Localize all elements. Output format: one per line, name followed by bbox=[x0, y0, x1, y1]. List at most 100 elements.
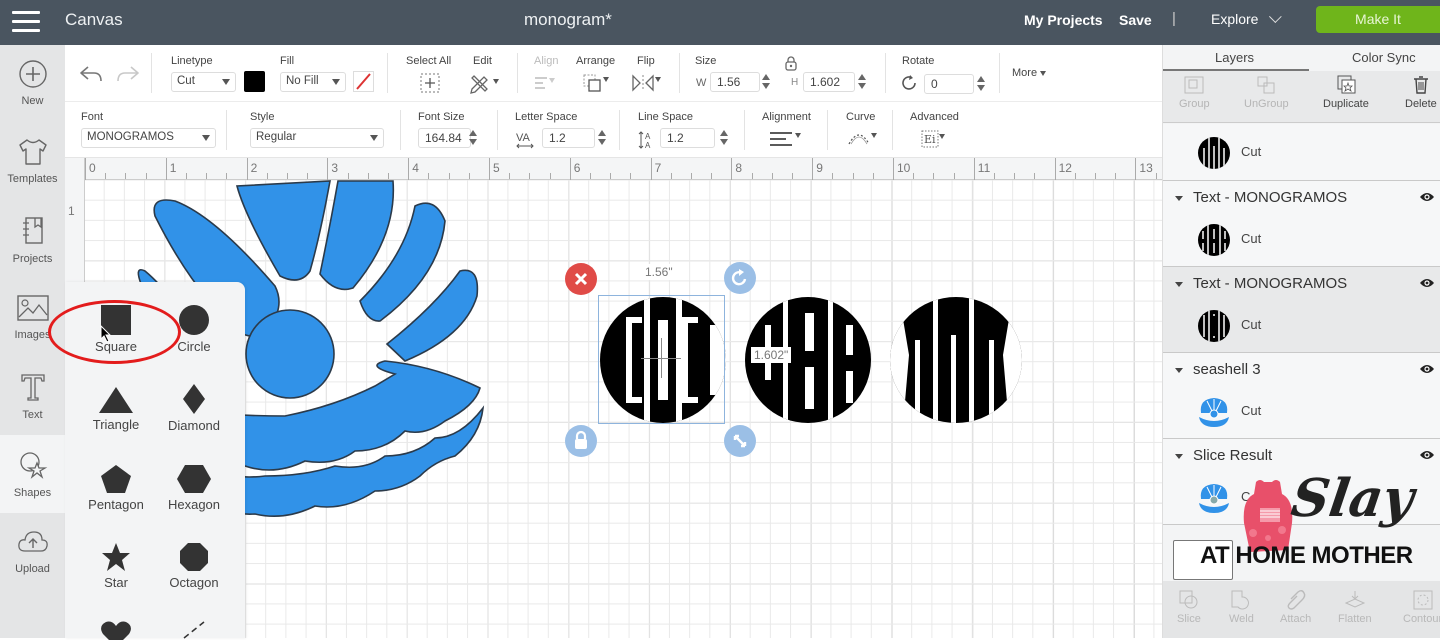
resize-arrows-icon bbox=[733, 434, 747, 448]
weld-button[interactable]: Weld bbox=[1229, 589, 1254, 625]
layer-group[interactable]: Slice Result C bbox=[1163, 439, 1440, 525]
menu-icon[interactable] bbox=[12, 11, 40, 33]
letter-space-stepper[interactable] bbox=[598, 130, 606, 146]
style-select[interactable]: Regular bbox=[250, 128, 384, 148]
shape-triangle[interactable]: Triangle bbox=[76, 386, 156, 458]
layer-group-header[interactable]: seashell 3 bbox=[1175, 361, 1261, 378]
selection-box[interactable] bbox=[598, 295, 725, 424]
ruler-label: 4 bbox=[412, 161, 419, 175]
sidebar-item-projects[interactable]: Projects bbox=[0, 201, 65, 279]
height-stepper[interactable] bbox=[858, 74, 866, 90]
shape-line[interactable] bbox=[154, 620, 234, 640]
linetype-color-swatch[interactable] bbox=[244, 71, 265, 92]
monogram-mmm[interactable] bbox=[889, 295, 1023, 425]
sidebar-item-images[interactable]: Images bbox=[0, 279, 65, 357]
trash-icon bbox=[1413, 76, 1428, 94]
font-select[interactable]: MONOGRAMOS bbox=[81, 128, 216, 148]
save-button[interactable]: Save bbox=[1119, 12, 1152, 28]
visibility-eye-icon[interactable] bbox=[1419, 191, 1435, 203]
redo-icon[interactable] bbox=[116, 65, 140, 83]
layer-group-header[interactable]: Text - MONOGRAMOS bbox=[1175, 189, 1347, 206]
layer-cut-item[interactable]: Cut bbox=[1197, 391, 1437, 431]
divider bbox=[999, 53, 1000, 93]
shape-heart[interactable] bbox=[76, 620, 156, 640]
layer-group-header[interactable]: Slice Result bbox=[1175, 447, 1272, 464]
line-space-stepper[interactable] bbox=[720, 130, 728, 146]
flip-button[interactable] bbox=[631, 74, 661, 97]
font-size-input[interactable]: 164.84 bbox=[418, 128, 471, 148]
sidebar-item-text[interactable]: Text bbox=[0, 357, 65, 435]
curve-label: Curve bbox=[846, 111, 876, 123]
layer-group[interactable]: Text - MONOGRAMOS Cut bbox=[1163, 181, 1440, 267]
width-stepper[interactable] bbox=[762, 74, 770, 90]
delete-button[interactable]: Delete bbox=[1405, 75, 1437, 110]
layer-item[interactable]: Cut bbox=[1163, 124, 1440, 181]
ruler-tick bbox=[630, 173, 632, 179]
attach-button[interactable]: Attach bbox=[1280, 589, 1311, 625]
rotate-handle[interactable] bbox=[724, 262, 756, 294]
sidebar-item-new[interactable]: New bbox=[0, 45, 65, 123]
align-button[interactable] bbox=[533, 75, 555, 96]
lock-handle[interactable] bbox=[565, 425, 597, 457]
width-input[interactable]: 1.56 bbox=[710, 72, 760, 92]
explore-menu[interactable]: Explore bbox=[1211, 10, 1283, 27]
tab-layers[interactable]: Layers bbox=[1215, 50, 1254, 65]
rotate-input[interactable]: 0 bbox=[924, 74, 974, 94]
delete-handle[interactable] bbox=[565, 263, 597, 295]
visibility-eye-icon[interactable] bbox=[1419, 277, 1435, 289]
my-projects-link[interactable]: My Projects bbox=[1024, 12, 1103, 28]
shape-pentagon[interactable]: Pentagon bbox=[76, 464, 156, 536]
ruler-tick bbox=[792, 173, 793, 179]
shape-hexagon[interactable]: Hexagon bbox=[154, 464, 234, 536]
advanced-button[interactable]: Ei bbox=[921, 129, 945, 154]
shape-diamond[interactable]: Diamond bbox=[154, 383, 234, 455]
ruler-label: 6 bbox=[573, 161, 581, 175]
layer-cut-item[interactable]: Cut bbox=[1197, 132, 1437, 172]
mouse-cursor-icon bbox=[100, 325, 112, 343]
ruler-label: 5 bbox=[493, 161, 500, 175]
shape-star[interactable]: Star bbox=[76, 542, 156, 614]
linetype-select[interactable]: Cut bbox=[171, 72, 236, 92]
layer-group-header[interactable]: Text - MONOGRAMOS bbox=[1175, 275, 1347, 292]
no-fill-swatch-icon[interactable] bbox=[353, 71, 374, 92]
contour-button[interactable]: Contour bbox=[1403, 589, 1440, 625]
arrange-button[interactable] bbox=[581, 72, 609, 99]
sidebar-item-upload[interactable]: Upload bbox=[0, 513, 65, 591]
layer-group-selected[interactable]: Text - MONOGRAMOS Cut bbox=[1163, 267, 1440, 353]
sidebar-item-templates[interactable]: Templates bbox=[0, 123, 65, 201]
font-value: MONOGRAMOS bbox=[87, 131, 174, 143]
shape-square[interactable]: Square bbox=[76, 304, 156, 376]
layer-cut-item[interactable]: Cut bbox=[1197, 219, 1437, 259]
make-it-button[interactable]: Make It bbox=[1316, 6, 1440, 33]
layer-group[interactable]: seashell 3 Cut bbox=[1163, 353, 1440, 439]
font-size-stepper[interactable] bbox=[469, 130, 477, 146]
letter-space-input[interactable]: 1.2 bbox=[542, 128, 595, 148]
tab-color-sync[interactable]: Color Sync bbox=[1352, 50, 1416, 65]
slice-button[interactable]: Slice bbox=[1177, 589, 1201, 625]
resize-handle[interactable] bbox=[724, 425, 756, 457]
visibility-eye-icon[interactable] bbox=[1419, 363, 1435, 375]
select-all-icon[interactable] bbox=[419, 72, 441, 94]
group-button[interactable]: Group bbox=[1179, 75, 1210, 110]
shape-circle[interactable]: Circle bbox=[154, 304, 234, 376]
more-menu[interactable]: More bbox=[1012, 67, 1047, 79]
alignment-button[interactable] bbox=[769, 130, 801, 155]
flatten-button[interactable]: Flatten bbox=[1338, 589, 1372, 625]
shape-octagon[interactable]: Octagon bbox=[154, 542, 234, 614]
fill-select[interactable]: No Fill bbox=[280, 72, 346, 92]
alignment-label: Alignment bbox=[762, 111, 811, 123]
edit-button[interactable] bbox=[469, 72, 499, 99]
height-input[interactable]: 1.602 bbox=[803, 72, 855, 92]
curve-button[interactable] bbox=[847, 128, 877, 153]
layer-cut-item[interactable]: Cut bbox=[1197, 305, 1437, 345]
layer-cut-item[interactable]: C bbox=[1197, 477, 1437, 517]
duplicate-button[interactable]: Duplicate bbox=[1323, 75, 1369, 110]
undo-icon[interactable] bbox=[79, 65, 103, 83]
line-space-input[interactable]: 1.2 bbox=[660, 128, 715, 148]
blank-canvas-swatch[interactable] bbox=[1173, 540, 1233, 580]
visibility-eye-icon[interactable] bbox=[1419, 449, 1435, 461]
lock-icon[interactable] bbox=[784, 56, 798, 71]
ungroup-button[interactable]: UnGroup bbox=[1244, 75, 1289, 110]
rotate-stepper[interactable] bbox=[977, 76, 985, 92]
sidebar-item-shapes[interactable]: Shapes bbox=[0, 435, 65, 513]
